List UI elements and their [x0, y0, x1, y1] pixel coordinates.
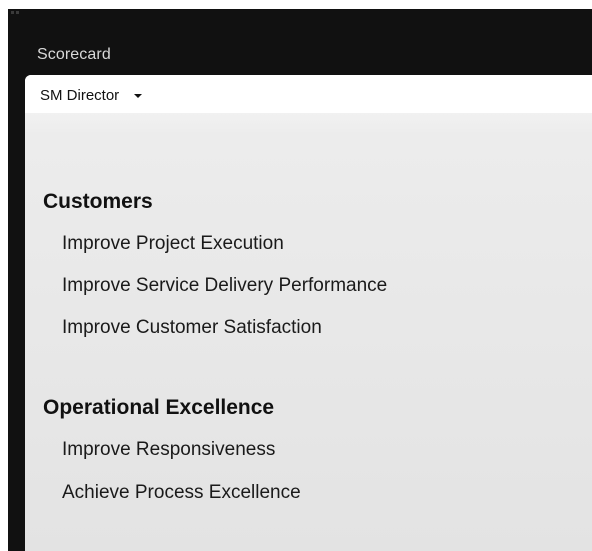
objective-item[interactable]: Improve Customer Satisfaction: [62, 317, 322, 339]
objective-item[interactable]: Improve Service Delivery Performance: [62, 275, 387, 297]
scorecard-content: SM Director Customers Improve Project Ex…: [25, 75, 592, 551]
scorecard-selector-label: SM Director: [40, 86, 120, 104]
drag-grip-icon[interactable]: [11, 11, 25, 17]
section-title-customers: Customers: [43, 190, 153, 213]
selector-bar: SM Director: [25, 75, 592, 113]
objective-item[interactable]: Improve Responsiveness: [62, 439, 275, 461]
chevron-down-icon[interactable]: [134, 94, 143, 98]
objective-item[interactable]: Achieve Process Excellence: [62, 482, 301, 504]
scorecard-selector-dropdown[interactable]: SM Director: [40, 85, 143, 105]
panel-title: Scorecard: [37, 46, 111, 63]
objective-item[interactable]: Improve Project Execution: [62, 233, 284, 255]
scorecard-panel: Scorecard SM Director Customers Improve …: [8, 9, 592, 551]
section-title-operational-excellence: Operational Excellence: [43, 396, 275, 419]
